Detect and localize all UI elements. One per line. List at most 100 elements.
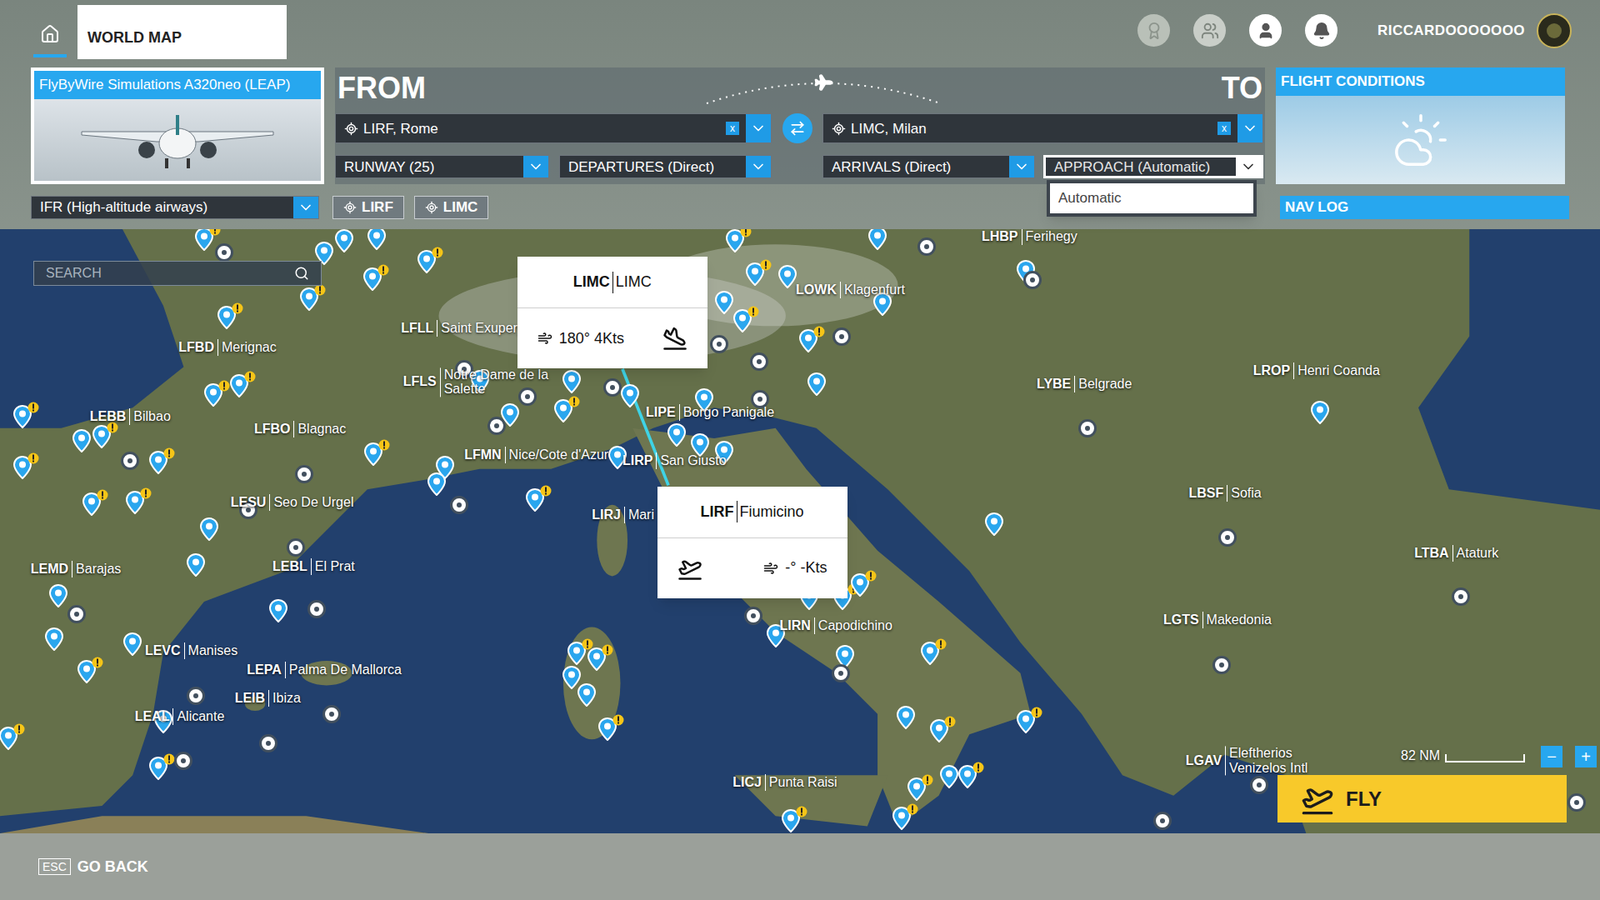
- map-pin[interactable]: [892, 806, 911, 830]
- airport-marker[interactable]: [67, 605, 86, 624]
- airport-marker[interactable]: [750, 352, 769, 371]
- map-pin[interactable]: [587, 647, 606, 671]
- airport-marker[interactable]: [186, 686, 205, 705]
- map-pin[interactable]: [195, 229, 214, 251]
- airport-label[interactable]: LOWKKlagenfurt: [795, 281, 905, 299]
- airport-marker[interactable]: [322, 705, 341, 724]
- map-pin[interactable]: [745, 262, 765, 286]
- airport-label[interactable]: LEMDBarajas: [30, 560, 122, 578]
- airport-label[interactable]: LIPEBorgo Panigale: [645, 404, 775, 421]
- airport-label[interactable]: LIRNCapodichino: [780, 617, 893, 635]
- map-pin[interactable]: [77, 660, 96, 684]
- map-pin[interactable]: [598, 717, 617, 741]
- airport-marker[interactable]: [1078, 419, 1097, 438]
- waypoint-chip[interactable]: LIRF: [332, 195, 405, 220]
- approach-option[interactable]: Automatic: [1050, 183, 1254, 214]
- airport-label[interactable]: LYBEBelgrade: [1036, 375, 1132, 393]
- airport-marker[interactable]: [286, 538, 305, 557]
- clear-button[interactable]: x: [1217, 121, 1231, 135]
- airport-label[interactable]: LEBLEl Prat: [272, 558, 355, 575]
- departures-dropdown[interactable]: DEPARTURES (Direct): [559, 155, 772, 179]
- map-pin[interactable]: [367, 229, 386, 250]
- airport-label[interactable]: LEBBBilbao: [90, 408, 171, 425]
- map-pin[interactable]: [149, 450, 168, 475]
- airport-label[interactable]: LFLSNotre Dame de la Salette: [403, 367, 561, 397]
- map-pin[interactable]: [799, 329, 818, 353]
- map-pin[interactable]: [300, 287, 319, 311]
- chevron-box[interactable]: [1237, 114, 1263, 143]
- airport-marker[interactable]: [487, 416, 506, 435]
- map-pin[interactable]: [562, 665, 581, 690]
- world-map[interactable]: LHBPFerihegyLROPHenri CoandaLYBEBelgrade…: [0, 229, 1600, 834]
- map-pin[interactable]: [149, 756, 168, 780]
- arrivals-dropdown[interactable]: ARRIVALS (Direct): [822, 155, 1035, 179]
- map-pin[interactable]: [807, 372, 826, 396]
- map-pin[interactable]: [930, 719, 949, 743]
- airport-label[interactable]: LIRPSan Giusto: [622, 452, 727, 470]
- zoom-in-button[interactable]: +: [1575, 745, 1597, 768]
- map-pin[interactable]: [13, 405, 32, 429]
- map-pin[interactable]: [554, 399, 573, 423]
- airport-label[interactable]: LEIBIbiza: [235, 690, 301, 707]
- map-pin[interactable]: [335, 229, 354, 253]
- map-pin[interactable]: [1016, 710, 1035, 734]
- airport-marker[interactable]: [1212, 655, 1231, 675]
- map-pin[interactable]: [733, 309, 752, 333]
- world-map-tab[interactable]: WORLD MAP: [77, 5, 287, 60]
- friends-button[interactable]: [1193, 14, 1226, 47]
- airport-label[interactable]: LICJPunta Raisi: [732, 774, 838, 791]
- airport-label[interactable]: LBSFSofia: [1189, 485, 1262, 502]
- profile-button[interactable]: [1249, 14, 1282, 47]
- map-pin[interactable]: [269, 599, 288, 623]
- airport-marker[interactable]: [295, 465, 314, 484]
- map-pin[interactable]: [907, 777, 926, 801]
- map-pin[interactable]: [186, 553, 205, 577]
- swap-button[interactable]: [782, 113, 813, 144]
- airport-label[interactable]: LGTSMakedonia: [1163, 611, 1272, 629]
- airport-popup[interactable]: LIMCLIMC180° 4Kts: [517, 256, 708, 369]
- approach-dropdown[interactable]: APPROACH (Automatic): [1043, 155, 1264, 179]
- airport-marker[interactable]: [917, 237, 936, 256]
- map-pin[interactable]: [427, 472, 446, 496]
- airport-label[interactable]: LFBOBlagnac: [254, 420, 346, 438]
- map-pin[interactable]: [417, 250, 436, 274]
- airport-label[interactable]: LFBDMerignac: [178, 339, 276, 356]
- home-button[interactable]: [30, 0, 70, 61]
- departure-airport-field[interactable]: LIRF, Romex: [335, 113, 772, 144]
- chevron-box[interactable]: [745, 155, 771, 178]
- map-pin[interactable]: [49, 584, 68, 608]
- map-pin[interactable]: [567, 641, 586, 665]
- chevron-box[interactable]: [1009, 155, 1035, 178]
- map-pin[interactable]: [45, 627, 64, 651]
- map-pin[interactable]: [850, 573, 870, 597]
- aircraft-card[interactable]: FlyByWire Simulations A320neo (LEAP): [30, 67, 325, 185]
- airport-marker[interactable]: [259, 734, 278, 753]
- chevron-box[interactable]: [1235, 157, 1261, 176]
- airport-marker[interactable]: [1451, 587, 1470, 606]
- chevron-box[interactable]: [745, 114, 771, 143]
- airport-label[interactable]: LTBAAtaturk: [1414, 545, 1499, 562]
- map-pin[interactable]: [230, 374, 249, 398]
- airport-label[interactable]: LEALAlicante: [135, 708, 225, 725]
- map-pin[interactable]: [123, 632, 142, 656]
- map-pin[interactable]: [562, 370, 581, 394]
- airport-label[interactable]: LIRJMari: [591, 506, 655, 524]
- airport-marker[interactable]: [1023, 270, 1042, 290]
- chevron-box[interactable]: [293, 196, 319, 219]
- map-pin[interactable]: [920, 641, 940, 665]
- flight-conditions-card[interactable]: FLIGHT CONDITIONS: [1275, 67, 1565, 185]
- airport-marker[interactable]: [120, 451, 140, 470]
- airport-marker[interactable]: [710, 335, 729, 354]
- airport-label[interactable]: LFLLSaint Exupery: [400, 320, 525, 337]
- map-pin[interactable]: [985, 512, 1004, 536]
- clear-button[interactable]: x: [725, 121, 740, 135]
- map-pin[interactable]: [72, 429, 91, 453]
- airport-marker[interactable]: [215, 243, 234, 262]
- airport-marker[interactable]: [174, 751, 193, 770]
- map-pin[interactable]: [725, 229, 745, 253]
- airport-marker[interactable]: [1567, 793, 1586, 812]
- fly-button[interactable]: FLY: [1277, 775, 1567, 823]
- airport-marker[interactable]: [744, 606, 763, 625]
- username[interactable]: RICCARDOOOOOOO: [1377, 20, 1525, 42]
- airport-marker[interactable]: [603, 378, 622, 397]
